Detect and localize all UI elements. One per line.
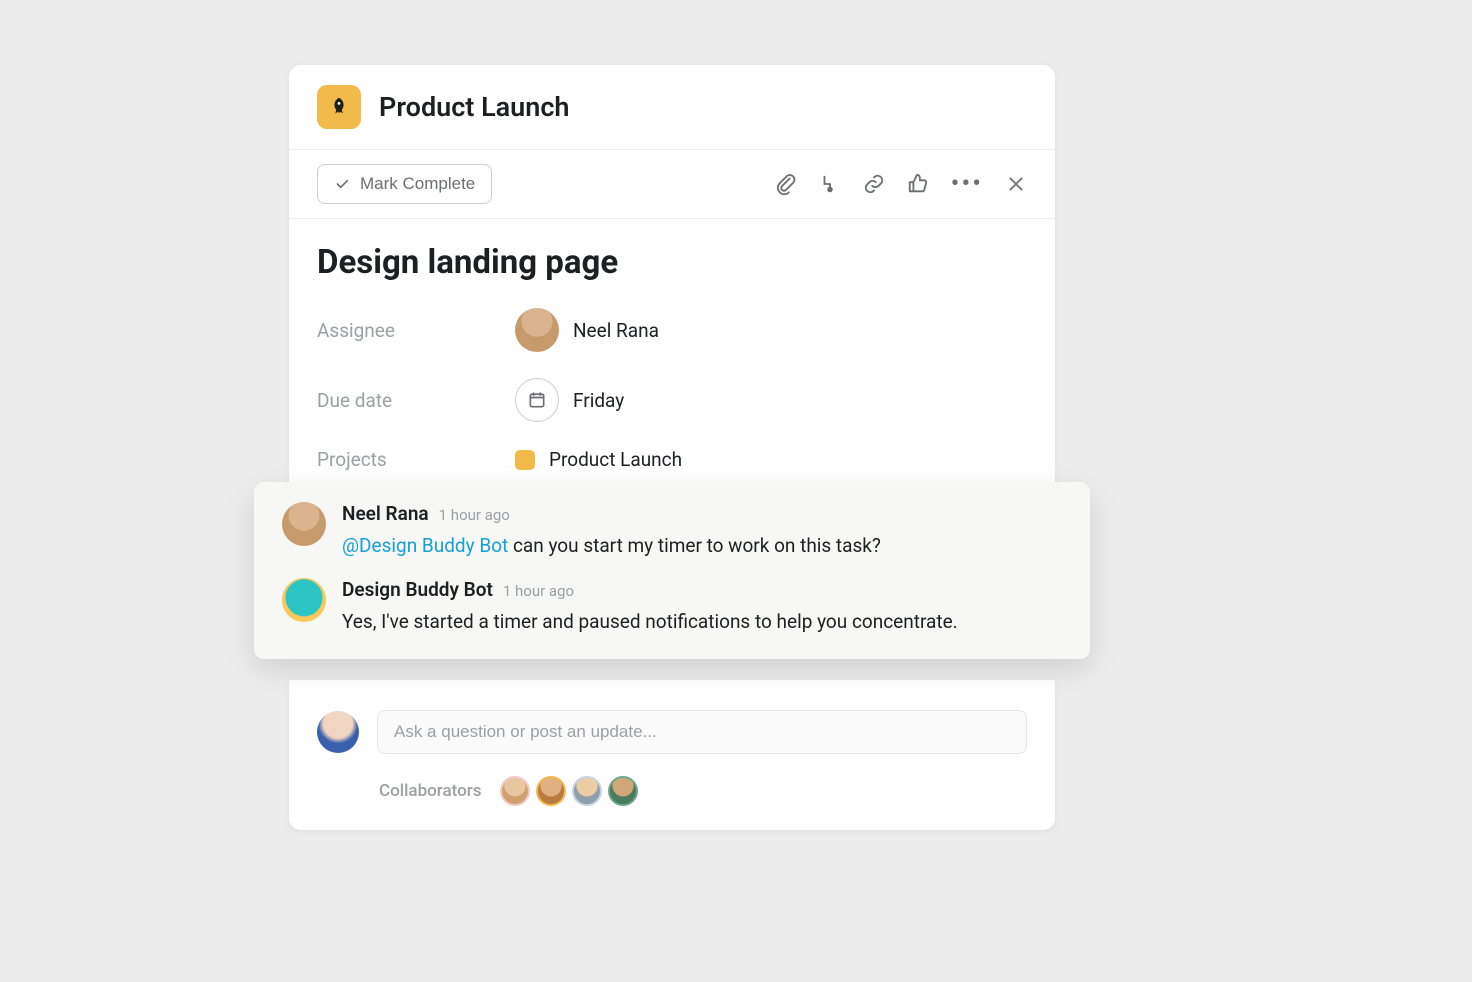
project-color-chip	[515, 450, 535, 470]
comment-item: Neel Rana 1 hour ago @Design Buddy Bot c…	[282, 502, 1062, 560]
task-title: Design landing page	[317, 243, 1027, 282]
assignee-row: Assignee Neel Rana	[317, 308, 1027, 352]
task-footer: Collaborators	[289, 680, 1055, 830]
due-date-text: Friday	[573, 389, 624, 412]
comment-author: Design Buddy Bot	[342, 578, 493, 601]
like-icon[interactable]	[907, 173, 929, 195]
compose-row	[317, 710, 1027, 754]
task-content: Design landing page Assignee Neel Rana D…	[289, 219, 1055, 521]
mark-complete-label: Mark Complete	[360, 174, 475, 194]
collaborator-avatar[interactable]	[572, 776, 602, 806]
collaborator-avatar[interactable]	[500, 776, 530, 806]
task-detail-card: Product Launch Mark Complete •••	[289, 65, 1055, 521]
toolbar-icons: •••	[775, 171, 1027, 197]
due-date-value[interactable]: Friday	[515, 378, 624, 422]
comment-author: Neel Rana	[342, 502, 429, 525]
comment-avatar	[282, 502, 326, 546]
comment-timestamp: 1 hour ago	[503, 582, 574, 600]
comment-timestamp: 1 hour ago	[439, 506, 510, 524]
attachment-icon[interactable]	[775, 173, 797, 195]
comment-text: can you start my timer to work on this t…	[508, 534, 881, 557]
comment-body: Yes, I've started a timer and paused not…	[342, 609, 958, 636]
assignee-name: Neel Rana	[573, 319, 659, 342]
collaborators-label: Collaborators	[379, 781, 482, 801]
task-toolbar: Mark Complete •••	[289, 150, 1055, 219]
assignee-avatar	[515, 308, 559, 352]
projects-value[interactable]: Product Launch	[515, 448, 682, 471]
due-date-row: Due date Friday	[317, 378, 1027, 422]
subtask-icon[interactable]	[819, 173, 841, 195]
comment-input[interactable]	[377, 710, 1027, 754]
assignee-value[interactable]: Neel Rana	[515, 308, 659, 352]
link-icon[interactable]	[863, 173, 885, 195]
collaborator-avatar[interactable]	[536, 776, 566, 806]
assignee-label: Assignee	[317, 319, 515, 342]
comment-item: Design Buddy Bot 1 hour ago Yes, I've st…	[282, 578, 1062, 636]
projects-label: Projects	[317, 448, 515, 471]
project-title: Product Launch	[379, 91, 569, 123]
due-date-label: Due date	[317, 389, 515, 412]
comments-panel: Neel Rana 1 hour ago @Design Buddy Bot c…	[254, 482, 1090, 659]
mark-complete-button[interactable]: Mark Complete	[317, 164, 492, 204]
more-icon[interactable]: •••	[951, 171, 983, 197]
project-icon	[317, 85, 361, 129]
current-user-avatar	[317, 711, 359, 753]
mention-link[interactable]: @Design Buddy Bot	[342, 534, 508, 557]
project-name: Product Launch	[549, 448, 682, 471]
rocket-icon	[328, 96, 350, 118]
collaborators-row: Collaborators	[317, 776, 1027, 806]
projects-row: Projects Product Launch	[317, 448, 1027, 471]
collaborator-avatars[interactable]	[500, 776, 638, 806]
close-icon[interactable]	[1005, 173, 1027, 195]
check-icon	[334, 176, 350, 192]
comment-avatar	[282, 578, 326, 622]
collaborator-avatar[interactable]	[608, 776, 638, 806]
comment-body: @Design Buddy Bot can you start my timer…	[342, 533, 881, 560]
card-header: Product Launch	[289, 65, 1055, 150]
calendar-icon	[515, 378, 559, 422]
